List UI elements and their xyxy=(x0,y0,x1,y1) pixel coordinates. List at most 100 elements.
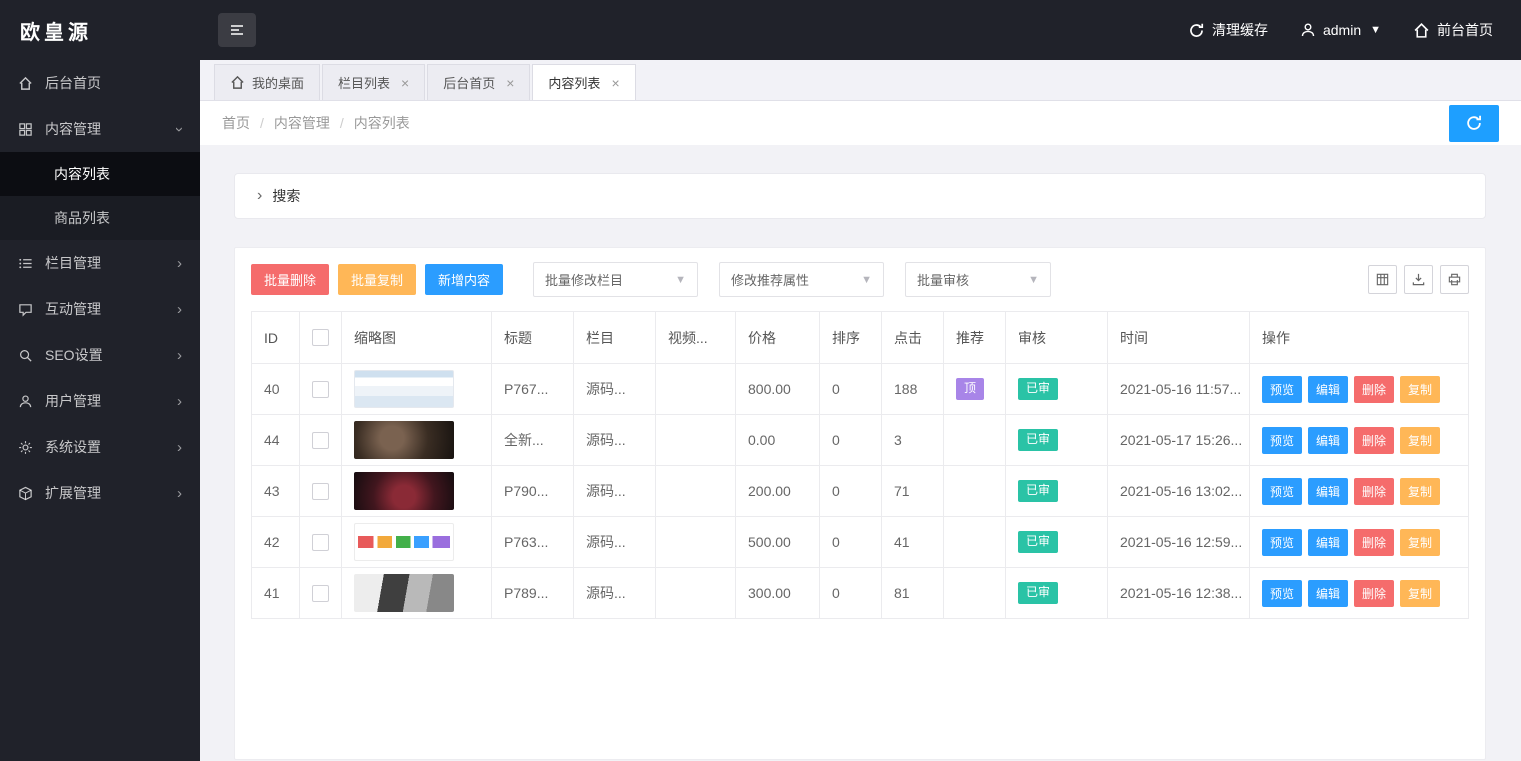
close-icon[interactable]: × xyxy=(611,75,619,91)
column-header: 推荐 xyxy=(944,312,1006,364)
edit-button[interactable]: 编辑 xyxy=(1308,529,1348,556)
tab[interactable]: 内容列表× xyxy=(532,64,635,100)
table-tool-icons xyxy=(1368,265,1469,294)
sidebar-item[interactable]: 栏目管理› xyxy=(0,240,200,286)
preview-button[interactable]: 预览 xyxy=(1262,580,1302,607)
copy-button[interactable]: 复制 xyxy=(1400,427,1440,454)
preview-button[interactable]: 预览 xyxy=(1262,478,1302,505)
cell-clicks: 41 xyxy=(882,517,944,568)
delete-button[interactable]: 删除 xyxy=(1354,478,1394,505)
thumbnail[interactable] xyxy=(354,472,454,510)
tab[interactable]: 栏目列表× xyxy=(322,64,425,100)
thumbnail[interactable] xyxy=(354,421,454,459)
content-area: › 搜索 批量删除 批量复制 新增内容 批量修改栏目 ▼ 修改推荐属性 ▼ 批量… xyxy=(200,145,1521,761)
edit-button[interactable]: 编辑 xyxy=(1308,427,1348,454)
print-button[interactable] xyxy=(1440,265,1469,294)
cell-sort: 0 xyxy=(820,466,882,517)
cell-title: 全新... xyxy=(492,415,574,466)
sidebar-item[interactable]: 后台首页 xyxy=(0,60,200,106)
close-icon[interactable]: × xyxy=(401,75,409,91)
cell-price: 800.00 xyxy=(736,364,820,415)
breadcrumb-home[interactable]: 首页 xyxy=(222,113,250,133)
sidebar-collapse-button[interactable] xyxy=(218,13,256,47)
delete-button[interactable]: 删除 xyxy=(1354,580,1394,607)
cell-thumbnail xyxy=(342,466,492,517)
cell-title: P767... xyxy=(492,364,574,415)
chevron-right-icon: › xyxy=(257,187,262,205)
sidebar-item[interactable]: 互动管理› xyxy=(0,286,200,332)
audit-badge: 已审 xyxy=(1018,531,1058,553)
edit-button[interactable]: 编辑 xyxy=(1308,478,1348,505)
edit-button[interactable]: 编辑 xyxy=(1308,580,1348,607)
preview-button[interactable]: 预览 xyxy=(1262,427,1302,454)
export-button[interactable] xyxy=(1404,265,1433,294)
front-home-link[interactable]: 前台首页 xyxy=(1413,20,1493,40)
clear-cache-button[interactable]: 清理缓存 xyxy=(1188,20,1268,40)
column-header: 栏目 xyxy=(574,312,656,364)
close-icon[interactable]: × xyxy=(506,75,514,91)
search-panel-toggle[interactable]: › 搜索 xyxy=(234,173,1486,219)
hamburger-icon xyxy=(228,22,246,38)
breadcrumb-content-mgmt[interactable]: 内容管理 xyxy=(274,113,330,133)
batch-copy-button[interactable]: 批量复制 xyxy=(338,264,416,295)
cell-time: 2021-05-16 13:02... xyxy=(1108,466,1250,517)
add-content-button[interactable]: 新增内容 xyxy=(425,264,503,295)
cell-actions: 预览编辑删除复制 xyxy=(1250,466,1469,517)
copy-button[interactable]: 复制 xyxy=(1400,478,1440,505)
table-row: 40P767...源码...800.000188顶已审2021-05-16 11… xyxy=(252,364,1469,415)
cell-id: 41 xyxy=(252,568,300,619)
preview-button[interactable]: 预览 xyxy=(1262,376,1302,403)
extension-icon xyxy=(18,486,33,501)
user-icon xyxy=(1300,22,1316,38)
column-header: 缩略图 xyxy=(342,312,492,364)
sidebar-item[interactable]: 用户管理› xyxy=(0,378,200,424)
delete-button[interactable]: 删除 xyxy=(1354,427,1394,454)
delete-button[interactable]: 删除 xyxy=(1354,376,1394,403)
cell-sort: 0 xyxy=(820,364,882,415)
cell-recommend xyxy=(944,466,1006,517)
row-checkbox[interactable] xyxy=(312,432,329,449)
cell-time: 2021-05-16 11:57... xyxy=(1108,364,1250,415)
row-checkbox[interactable] xyxy=(312,381,329,398)
tab[interactable]: 后台首页× xyxy=(427,64,530,100)
select-all-checkbox[interactable] xyxy=(312,329,329,346)
cell-audit: 已审 xyxy=(1006,364,1108,415)
cell-price: 200.00 xyxy=(736,466,820,517)
sidebar-item[interactable]: 系统设置› xyxy=(0,424,200,470)
cell-recommend xyxy=(944,568,1006,619)
user-menu[interactable]: admin ▼ xyxy=(1300,22,1381,38)
home-icon xyxy=(18,76,33,91)
sidebar-item[interactable]: SEO设置› xyxy=(0,332,200,378)
columns-icon xyxy=(1375,272,1390,287)
copy-button[interactable]: 复制 xyxy=(1400,376,1440,403)
batch-column-select[interactable]: 批量修改栏目 ▼ xyxy=(533,262,698,297)
thumbnail[interactable] xyxy=(354,523,454,561)
recommend-badge: 顶 xyxy=(956,378,984,400)
delete-button[interactable]: 删除 xyxy=(1354,529,1394,556)
batch-delete-button[interactable]: 批量删除 xyxy=(251,264,329,295)
row-checkbox[interactable] xyxy=(312,534,329,551)
batch-audit-select[interactable]: 批量审核 ▼ xyxy=(905,262,1051,297)
row-checkbox[interactable] xyxy=(312,585,329,602)
preview-button[interactable]: 预览 xyxy=(1262,529,1302,556)
sidebar-item[interactable]: 扩展管理› xyxy=(0,470,200,516)
copy-button[interactable]: 复制 xyxy=(1400,529,1440,556)
home-icon xyxy=(230,75,245,90)
column-toggle-button[interactable] xyxy=(1368,265,1397,294)
refresh-page-button[interactable] xyxy=(1449,105,1499,142)
batch-audit-select-label: 批量审核 xyxy=(917,270,969,289)
tab[interactable]: 我的桌面 xyxy=(214,64,320,100)
table-row: 43P790...源码...200.00071已审2021-05-16 13:0… xyxy=(252,466,1469,517)
sidebar-subitem[interactable]: 商品列表 xyxy=(0,196,200,240)
sidebar-subitem[interactable]: 内容列表 xyxy=(0,152,200,196)
thumbnail[interactable] xyxy=(354,574,454,612)
app-logo: 欧皇源 xyxy=(0,16,200,45)
row-checkbox[interactable] xyxy=(312,483,329,500)
recommend-attr-select[interactable]: 修改推荐属性 ▼ xyxy=(719,262,884,297)
breadcrumb-bar: 首页 / 内容管理 / 内容列表 xyxy=(200,101,1521,145)
sidebar-item-label: 栏目管理 xyxy=(45,253,101,273)
edit-button[interactable]: 编辑 xyxy=(1308,376,1348,403)
copy-button[interactable]: 复制 xyxy=(1400,580,1440,607)
thumbnail[interactable] xyxy=(354,370,454,408)
sidebar-item[interactable]: 内容管理› xyxy=(0,106,200,152)
